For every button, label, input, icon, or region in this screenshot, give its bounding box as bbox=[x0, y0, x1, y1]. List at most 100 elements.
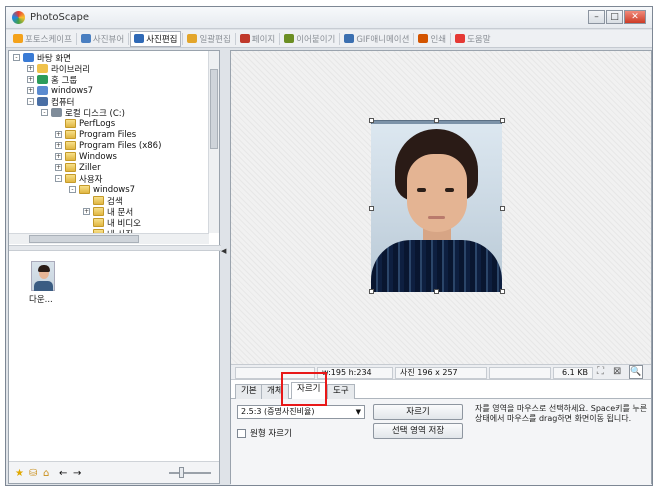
collapse-icon[interactable]: - bbox=[55, 175, 62, 182]
tab-8[interactable]: 도움말 bbox=[452, 31, 493, 47]
tree-item[interactable]: + 라이브러리 bbox=[27, 63, 90, 75]
expand-icon[interactable]: + bbox=[55, 131, 62, 138]
thumb-hair bbox=[38, 265, 50, 272]
collapse-icon[interactable]: - bbox=[69, 186, 76, 193]
edit-tab-3[interactable]: 도구 bbox=[327, 384, 355, 399]
collapse-icon[interactable]: - bbox=[13, 54, 20, 61]
save-selection-button[interactable]: 선택 영역 저장 bbox=[373, 423, 463, 439]
tree-item[interactable]: - windows7 bbox=[69, 184, 135, 195]
tree-item[interactable]: + 내 문서 bbox=[83, 206, 133, 218]
batch-icon bbox=[187, 34, 198, 43]
zoom-icon[interactable]: 🔍 bbox=[629, 365, 643, 379]
tab-separator bbox=[279, 32, 281, 45]
expand-icon[interactable]: + bbox=[55, 164, 62, 171]
collapse-arrow-icon[interactable]: ◀ bbox=[221, 247, 226, 255]
tab-6[interactable]: GIF애니메이션 bbox=[341, 31, 412, 47]
crop-handle-top[interactable] bbox=[434, 118, 439, 123]
tab-label: GIF애니메이션 bbox=[356, 34, 410, 45]
expand-icon[interactable]: + bbox=[27, 87, 34, 94]
thumbnail-area: 다운... bbox=[9, 251, 219, 461]
tree-item[interactable]: + Program Files bbox=[55, 129, 136, 140]
left-pane: - 바탕 화면 + 라이브러리 + 홈 그룹 + windows7- 컴퓨터 - 로컬 디스크 (C… bbox=[8, 50, 221, 484]
tree-item[interactable]: - 컴퓨터 bbox=[27, 96, 74, 108]
homegroup-icon bbox=[37, 75, 48, 84]
folder-tree[interactable]: - 바탕 화면 + 라이브러리 + 홈 그룹 + windows7- 컴퓨터 - 로컬 디스크 (C… bbox=[9, 51, 209, 233]
tree-item-label: 로컬 디스크 (C:) bbox=[65, 108, 125, 119]
tab-7[interactable]: 인쇄 bbox=[415, 31, 449, 47]
crop-ratio-select[interactable]: 2.5:3 (증명사진비율) ▼ bbox=[237, 405, 365, 419]
crop-handle-bottom[interactable] bbox=[434, 289, 439, 294]
drive-icon bbox=[51, 108, 62, 117]
photo-mouth bbox=[428, 216, 445, 219]
photo-thumbnail[interactable] bbox=[31, 261, 55, 291]
expand-icon[interactable]: + bbox=[55, 142, 62, 149]
folder-icon bbox=[65, 130, 76, 139]
tree-item[interactable]: + Ziller bbox=[55, 162, 101, 173]
tree-item[interactable]: - 사용자 bbox=[55, 173, 102, 185]
tree-item[interactable]: + Windows bbox=[55, 151, 117, 162]
folder-up-icon[interactable]: ⌂ bbox=[43, 468, 49, 479]
tree-item[interactable]: + windows7 bbox=[27, 85, 93, 96]
tab-separator bbox=[234, 32, 236, 45]
actual-size-icon[interactable]: ⊠ bbox=[613, 366, 621, 377]
back-arrow-icon[interactable]: ← bbox=[59, 468, 67, 479]
crop-handle-right[interactable] bbox=[500, 206, 505, 211]
minimize-button[interactable]: – bbox=[588, 10, 605, 24]
fit-icon[interactable]: ⛶ bbox=[597, 366, 604, 377]
tree-item-label: PerfLogs bbox=[79, 118, 116, 129]
crop-handle-tl[interactable] bbox=[369, 118, 374, 123]
tree-horizontal-scrollbar[interactable] bbox=[9, 233, 209, 244]
tab-1[interactable]: 사진뷰어 bbox=[78, 31, 127, 47]
scroll-thumb[interactable] bbox=[29, 235, 139, 243]
photoscape-logo-icon bbox=[12, 11, 25, 24]
crop-handle-bl[interactable] bbox=[369, 289, 374, 294]
editor-icon bbox=[134, 34, 145, 43]
tree-item[interactable]: - 로컬 디스크 (C:) bbox=[41, 107, 125, 119]
tree-vertical-scrollbar[interactable] bbox=[208, 51, 219, 233]
tab-2[interactable]: 사진편집 bbox=[130, 30, 182, 47]
tab-separator bbox=[75, 32, 77, 45]
forward-arrow-icon[interactable]: → bbox=[73, 468, 81, 479]
crop-button[interactable]: 자르기 bbox=[373, 404, 463, 420]
tree-item[interactable]: + Program Files (x86) bbox=[55, 140, 161, 151]
tab-5[interactable]: 이어붙이기 bbox=[281, 31, 338, 47]
status-spacer bbox=[489, 367, 551, 379]
documents-folder-icon bbox=[93, 207, 104, 216]
tree-item-label: Windows bbox=[79, 151, 117, 162]
tree-item[interactable]: 내 비디오 bbox=[83, 217, 141, 229]
tab-3[interactable]: 일괄편집 bbox=[184, 31, 233, 47]
maximize-button[interactable]: □ bbox=[606, 10, 623, 24]
id-photo[interactable] bbox=[371, 124, 502, 292]
expand-icon[interactable]: + bbox=[27, 76, 34, 83]
viewer-icon bbox=[80, 34, 91, 43]
collapse-icon[interactable]: - bbox=[41, 109, 48, 116]
desktop-icon bbox=[23, 53, 34, 62]
crop-handle-tr[interactable] bbox=[500, 118, 505, 123]
scroll-thumb[interactable] bbox=[210, 69, 218, 149]
favorite-star-icon[interactable]: ★ bbox=[15, 468, 24, 479]
tree-item[interactable]: + 홈 그룹 bbox=[27, 74, 77, 86]
edit-tab-0[interactable]: 기본 bbox=[235, 384, 263, 399]
close-button[interactable]: ✕ bbox=[624, 10, 646, 24]
checkbox-box[interactable] bbox=[237, 428, 246, 438]
folder-add-icon[interactable]: ⛁ bbox=[29, 468, 37, 479]
tab-0[interactable]: 포토스케이프 bbox=[10, 31, 75, 47]
thumbnail-size-slider[interactable] bbox=[169, 472, 211, 474]
tree-item[interactable]: 검색 bbox=[83, 195, 123, 207]
slider-knob[interactable] bbox=[179, 467, 184, 478]
tree-item[interactable]: - 바탕 화면 bbox=[13, 52, 71, 64]
tab-label: 사진편집 bbox=[146, 34, 178, 45]
collapse-icon[interactable]: - bbox=[27, 98, 34, 105]
tab-label: 도움말 bbox=[467, 34, 491, 45]
crop-handle-left[interactable] bbox=[369, 206, 374, 211]
expand-icon[interactable]: + bbox=[55, 153, 62, 160]
crop-handle-br[interactable] bbox=[500, 289, 505, 294]
round-crop-checkbox[interactable]: 원형 자르기 bbox=[237, 427, 292, 439]
tab-separator bbox=[450, 32, 452, 45]
user-folder-icon bbox=[37, 86, 48, 95]
expand-icon[interactable]: + bbox=[83, 208, 90, 215]
image-canvas[interactable] bbox=[231, 51, 651, 364]
tab-4[interactable]: 페이지 bbox=[237, 31, 278, 47]
tree-item[interactable]: PerfLogs bbox=[55, 118, 115, 129]
expand-icon[interactable]: + bbox=[27, 65, 34, 72]
